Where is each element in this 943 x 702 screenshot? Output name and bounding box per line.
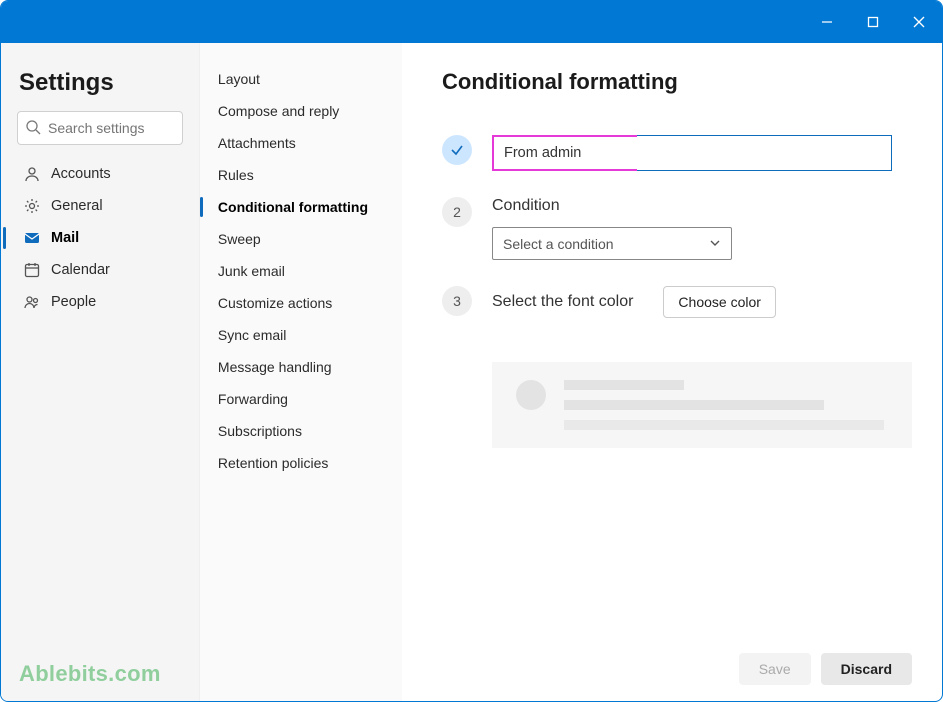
- subnav-item-rules[interactable]: Rules: [200, 159, 402, 191]
- minimize-button[interactable]: [804, 1, 850, 43]
- close-icon: [913, 16, 925, 28]
- preview-line-2: [564, 400, 824, 410]
- search-box: [17, 111, 183, 145]
- gear-icon: [23, 197, 41, 215]
- footer: Save Discard: [442, 639, 912, 685]
- rule-name-field-wrap: [492, 135, 892, 171]
- subnav: Layout Compose and reply Attachments Rul…: [200, 43, 402, 701]
- step-3: 3 Select the font color Choose color: [442, 286, 912, 318]
- subnav-item-message-handling[interactable]: Message handling: [200, 351, 402, 383]
- main-panel: Conditional formatting 2 Condition Selec…: [402, 43, 942, 701]
- sidebar-item-general[interactable]: General: [13, 191, 187, 221]
- subnav-item-compose[interactable]: Compose and reply: [200, 95, 402, 127]
- person-icon: [23, 165, 41, 183]
- subnav-item-customize-actions[interactable]: Customize actions: [200, 287, 402, 319]
- page-title: Conditional formatting: [442, 69, 912, 95]
- close-button[interactable]: [896, 1, 942, 43]
- subnav-item-retention[interactable]: Retention policies: [200, 447, 402, 479]
- subnav-item-forwarding[interactable]: Forwarding: [200, 383, 402, 415]
- sidebar-item-calendar[interactable]: Calendar: [13, 255, 187, 285]
- watermark: Ablebits.com: [19, 661, 161, 687]
- minimize-icon: [821, 16, 833, 28]
- step-3-label: Select the font color: [492, 293, 633, 311]
- choose-color-button[interactable]: Choose color: [663, 286, 776, 318]
- preview-box: [492, 362, 912, 448]
- sidebar-item-label: Accounts: [51, 166, 111, 182]
- people-icon: [23, 293, 41, 311]
- subnav-item-sweep[interactable]: Sweep: [200, 223, 402, 255]
- titlebar: [1, 1, 942, 43]
- sidebar-item-accounts[interactable]: Accounts: [13, 159, 187, 189]
- chevron-down-icon: [709, 236, 721, 252]
- sidebar: Settings Accounts General: [1, 43, 200, 701]
- subnav-item-conditional-formatting[interactable]: Conditional formatting: [200, 191, 402, 223]
- sidebar-item-label: People: [51, 294, 96, 310]
- maximize-icon: [867, 16, 879, 28]
- step-3-number: 3: [442, 286, 472, 316]
- sidebar-item-label: Mail: [51, 230, 79, 246]
- rule-name-input[interactable]: [492, 135, 637, 171]
- condition-select[interactable]: Select a condition: [492, 227, 732, 260]
- preview-line-3: [564, 420, 884, 430]
- subnav-item-sync-email[interactable]: Sync email: [200, 319, 402, 351]
- subnav-item-subscriptions[interactable]: Subscriptions: [200, 415, 402, 447]
- preview-avatar: [516, 380, 546, 410]
- settings-title: Settings: [13, 61, 187, 111]
- calendar-icon: [23, 261, 41, 279]
- sidebar-item-mail[interactable]: Mail: [13, 223, 187, 253]
- subnav-item-junk[interactable]: Junk email: [200, 255, 402, 287]
- save-button: Save: [739, 653, 811, 685]
- condition-select-placeholder: Select a condition: [503, 236, 614, 252]
- sidebar-item-people[interactable]: People: [13, 287, 187, 317]
- subnav-item-layout[interactable]: Layout: [200, 63, 402, 95]
- search-icon: [25, 119, 41, 140]
- search-input[interactable]: [17, 111, 183, 145]
- sidebar-item-label: Calendar: [51, 262, 110, 278]
- step-1: [442, 135, 912, 171]
- step-2-number: 2: [442, 197, 472, 227]
- preview-lines: [564, 380, 888, 430]
- step-2: 2 Condition Select a condition: [442, 197, 912, 260]
- body: Settings Accounts General: [1, 43, 942, 701]
- sidebar-item-label: General: [51, 198, 103, 214]
- subnav-item-attachments[interactable]: Attachments: [200, 127, 402, 159]
- step-check-icon: [442, 135, 472, 165]
- discard-button[interactable]: Discard: [821, 653, 912, 685]
- rule-name-input-extension[interactable]: [637, 136, 891, 170]
- settings-window: Settings Accounts General: [0, 0, 943, 702]
- mail-icon: [23, 229, 41, 247]
- step-2-label: Condition: [492, 197, 912, 215]
- maximize-button[interactable]: [850, 1, 896, 43]
- preview-line-1: [564, 380, 684, 390]
